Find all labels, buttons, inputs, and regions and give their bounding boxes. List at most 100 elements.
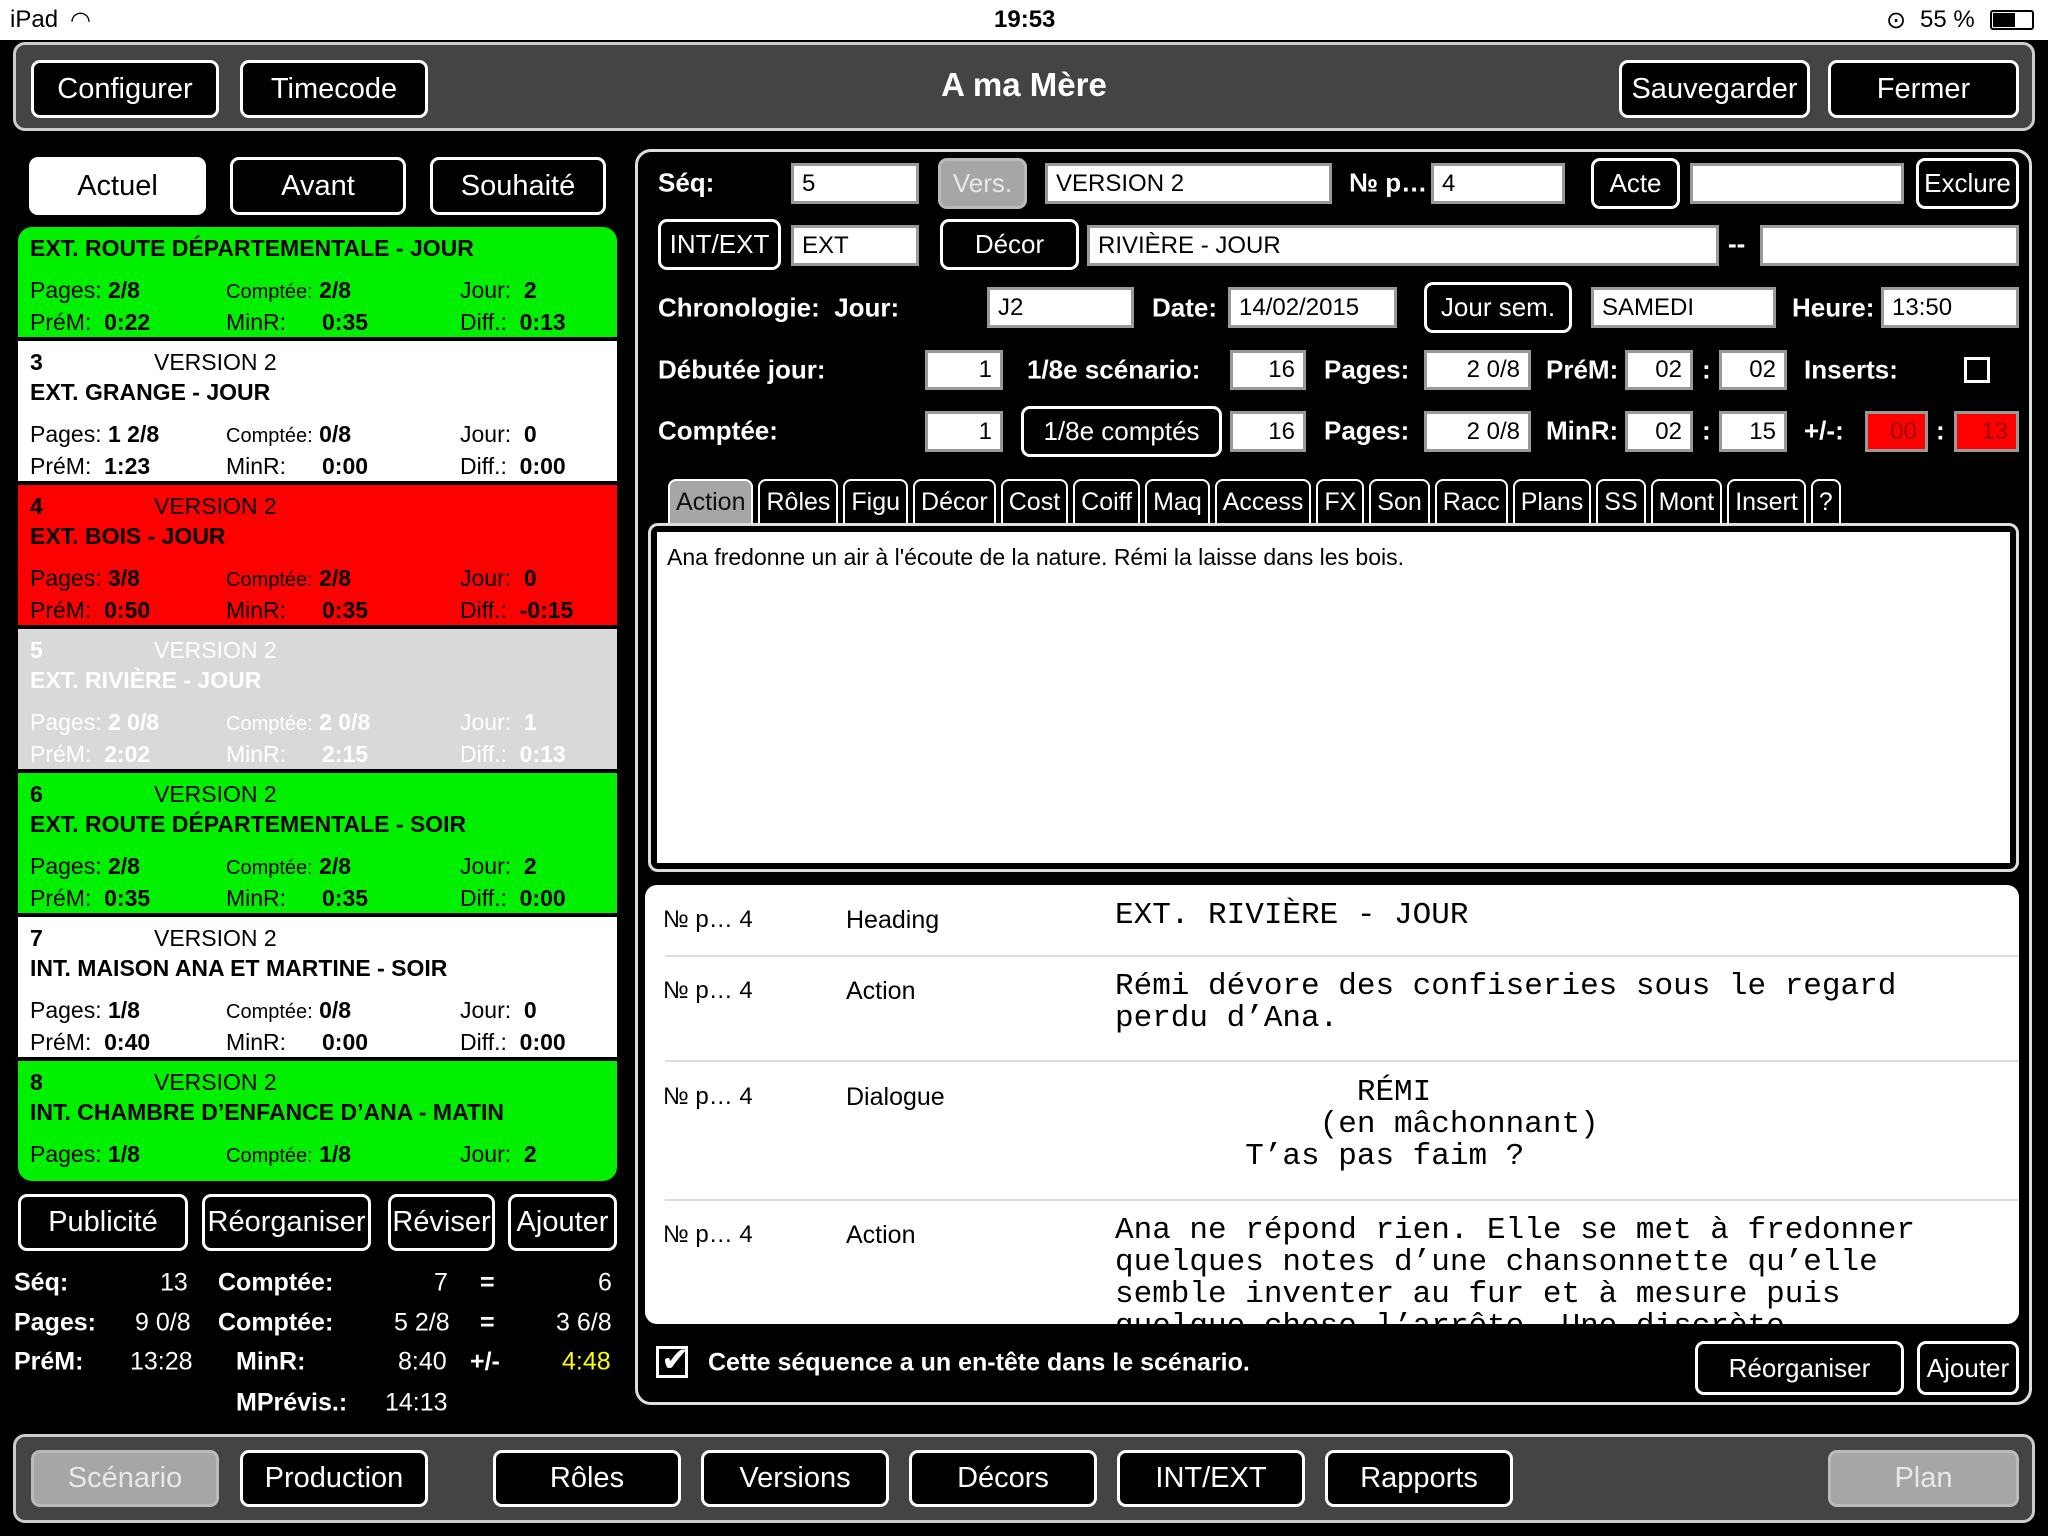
- sequence-row[interactable]: 7 VERSION 2 INT. MAISON ANA ET MARTINE - S…: [18, 917, 617, 1061]
- detail-tab[interactable]: ?: [1810, 479, 1841, 523]
- totals-comptee-label-2: Comptée:: [218, 1308, 334, 1337]
- prem-seconds-field[interactable]: 02: [1719, 350, 1787, 390]
- seq-comptee: 0/8: [319, 421, 352, 447]
- sequence-list[interactable]: EXT. ROUTE DÉPARTEMENTALE - JOUR Pages: 2…: [18, 227, 617, 1181]
- nav-4[interactable]: Décors: [909, 1450, 1097, 1507]
- decor-button[interactable]: Décor: [940, 219, 1079, 270]
- debutee-field[interactable]: 1: [925, 350, 1003, 390]
- intext-button[interactable]: INT/EXT: [658, 219, 781, 270]
- seq-pages: 3/8: [108, 565, 140, 591]
- detail-tab[interactable]: Insert: [1727, 479, 1806, 523]
- seq-field[interactable]: 5: [791, 163, 919, 204]
- acte-field[interactable]: [1690, 163, 1904, 204]
- pages-field[interactable]: 2 0/8: [1424, 350, 1531, 390]
- version-field[interactable]: VERSION 2: [1045, 163, 1332, 204]
- colon-3: :: [1936, 415, 1945, 446]
- version-button[interactable]: Vers.: [938, 158, 1027, 209]
- jour-semaine-field[interactable]: SAMEDI: [1591, 287, 1776, 328]
- detail-tab[interactable]: Décor: [913, 479, 996, 523]
- status-bar: iPad ◠ 19:53 ⊙ 55 %: [0, 0, 2048, 40]
- ajouter-script-button[interactable]: Ajouter: [1917, 1341, 2019, 1395]
- script-text: RÉMI (en mâchonnant) T’as pas faim ?: [1245, 1075, 1599, 1174]
- intext-field[interactable]: EXT: [791, 225, 919, 266]
- clock: 19:53: [994, 6, 1056, 33]
- detail-tab[interactable]: Access: [1214, 479, 1312, 523]
- action-textarea[interactable]: Ana fredonne un air à l'écoute de la nat…: [657, 532, 2010, 863]
- seq-diff: 0:13: [519, 309, 566, 335]
- jour-semaine-button[interactable]: Jour sem.: [1424, 282, 1572, 333]
- detail-tab[interactable]: Cost: [1000, 479, 1069, 523]
- nav-1[interactable]: Production: [240, 1450, 428, 1507]
- tab-actuel[interactable]: Actuel: [29, 157, 206, 215]
- seq-diff: 0:00: [519, 885, 566, 911]
- prem-minutes-field[interactable]: 02: [1625, 350, 1693, 390]
- seq-comptee: 2/8: [319, 565, 352, 591]
- plus-minus-label: +/-:: [1804, 415, 1844, 446]
- seq-version: VERSION 2: [154, 1069, 277, 1095]
- sequence-row[interactable]: 5 VERSION 2 EXT. RIVIÈRE - JOUR Pages: 2 0/…: [18, 629, 617, 773]
- detail-tab[interactable]: FX: [1316, 479, 1365, 523]
- pages-label: Pages:: [30, 853, 102, 879]
- seq-pages: 1/8: [108, 997, 140, 1023]
- heading-checkbox[interactable]: ✔: [656, 1343, 690, 1378]
- rotation-lock-icon: ⊙: [1886, 7, 1907, 34]
- decor-field[interactable]: RIVIÈRE - JOUR: [1087, 225, 1719, 266]
- detail-tab[interactable]: Plans: [1512, 479, 1592, 523]
- sequence-row[interactable]: EXT. ROUTE DÉPARTEMENTALE - JOUR Pages: 2…: [18, 227, 617, 341]
- eighths-counted-field[interactable]: 16: [1230, 411, 1306, 452]
- eighths-scenario-field[interactable]: 16: [1230, 350, 1306, 390]
- seq-comptee: 2/8: [319, 277, 352, 303]
- script-preview[interactable]: № p… 4 Heading EXT. RIVIÈRE - JOUR № p… 4 Ac…: [645, 885, 2019, 1324]
- decor-extra-field[interactable]: [1760, 225, 2019, 266]
- device-name: iPad: [10, 6, 59, 33]
- comptee-field[interactable]: 1: [925, 411, 1003, 452]
- minr-minutes-field[interactable]: 02: [1625, 411, 1693, 452]
- page-number-field[interactable]: 4: [1431, 163, 1565, 204]
- heure-field[interactable]: 13:50: [1881, 287, 2019, 328]
- tab-souhaite[interactable]: Souhaité: [430, 157, 606, 215]
- minr-seconds-field[interactable]: 15: [1719, 411, 1787, 452]
- detail-tab[interactable]: Son: [1369, 479, 1430, 523]
- nav-0[interactable]: Scénario: [31, 1450, 219, 1507]
- save-button[interactable]: Sauvegarder: [1619, 60, 1810, 118]
- exclure-button[interactable]: Exclure: [1916, 158, 2019, 209]
- eighths-counted-button[interactable]: 1/8e comptés: [1021, 406, 1222, 457]
- nav-3[interactable]: Versions: [701, 1450, 889, 1507]
- detail-tab[interactable]: SS: [1596, 479, 1646, 523]
- close-button[interactable]: Fermer: [1828, 60, 2019, 118]
- reviser-button[interactable]: Réviser: [388, 1194, 495, 1251]
- detail-tab[interactable]: Maq: [1145, 479, 1210, 523]
- nav-2[interactable]: Rôles: [493, 1450, 681, 1507]
- seq-number: 3: [30, 349, 43, 375]
- nav-5[interactable]: INT/EXT: [1117, 1450, 1305, 1507]
- nav-6[interactable]: Rapports: [1325, 1450, 1513, 1507]
- pages-counted-field[interactable]: 2 0/8: [1424, 411, 1531, 452]
- prem-label: PréM:: [30, 309, 92, 335]
- publicite-button[interactable]: Publicité: [18, 1194, 188, 1251]
- detail-tab[interactable]: Racc: [1434, 479, 1508, 523]
- sequence-row[interactable]: 8 VERSION 2 INT. CHAMBRE D’ENFANCE D’ANA -…: [18, 1061, 617, 1181]
- reorganiser-list-button[interactable]: Réorganiser: [202, 1194, 371, 1251]
- detail-tab[interactable]: Rôles: [758, 479, 839, 523]
- date-field[interactable]: 14/02/2015: [1228, 287, 1397, 328]
- nav-7[interactable]: Plan: [1828, 1450, 2019, 1507]
- detail-tab[interactable]: Mont: [1650, 479, 1723, 523]
- reorganiser-script-button[interactable]: Réorganiser: [1695, 1341, 1904, 1395]
- acte-button[interactable]: Acte: [1591, 158, 1680, 209]
- inserts-checkbox[interactable]: [1964, 357, 1990, 383]
- comptee-label: Comptée:: [226, 569, 313, 591]
- ajouter-list-button[interactable]: Ajouter: [508, 1194, 617, 1251]
- sequence-row[interactable]: 6 VERSION 2 EXT. ROUTE DÉPARTEMENTALE - SO…: [18, 773, 617, 917]
- jour-field[interactable]: J2: [987, 287, 1134, 328]
- tab-avant[interactable]: Avant: [230, 157, 406, 215]
- prem-label: PréM:: [30, 1029, 92, 1055]
- totals-mprevis: 14:13: [385, 1388, 448, 1417]
- totals-seq-label: Séq:: [14, 1268, 69, 1297]
- sequence-row[interactable]: 4 VERSION 2 EXT. BOIS - JOUR Pages: 3/8 Comp…: [18, 485, 617, 629]
- minr-label: MinR:: [226, 741, 287, 767]
- detail-tab[interactable]: Coiff: [1073, 479, 1141, 523]
- sequence-row[interactable]: 3 VERSION 2 EXT. GRANGE - JOUR Pages: 1 2/8…: [18, 341, 617, 485]
- detail-tab[interactable]: Action: [668, 479, 754, 523]
- diff-label: Diff.:: [460, 597, 507, 623]
- detail-tab[interactable]: Figu: [843, 479, 909, 523]
